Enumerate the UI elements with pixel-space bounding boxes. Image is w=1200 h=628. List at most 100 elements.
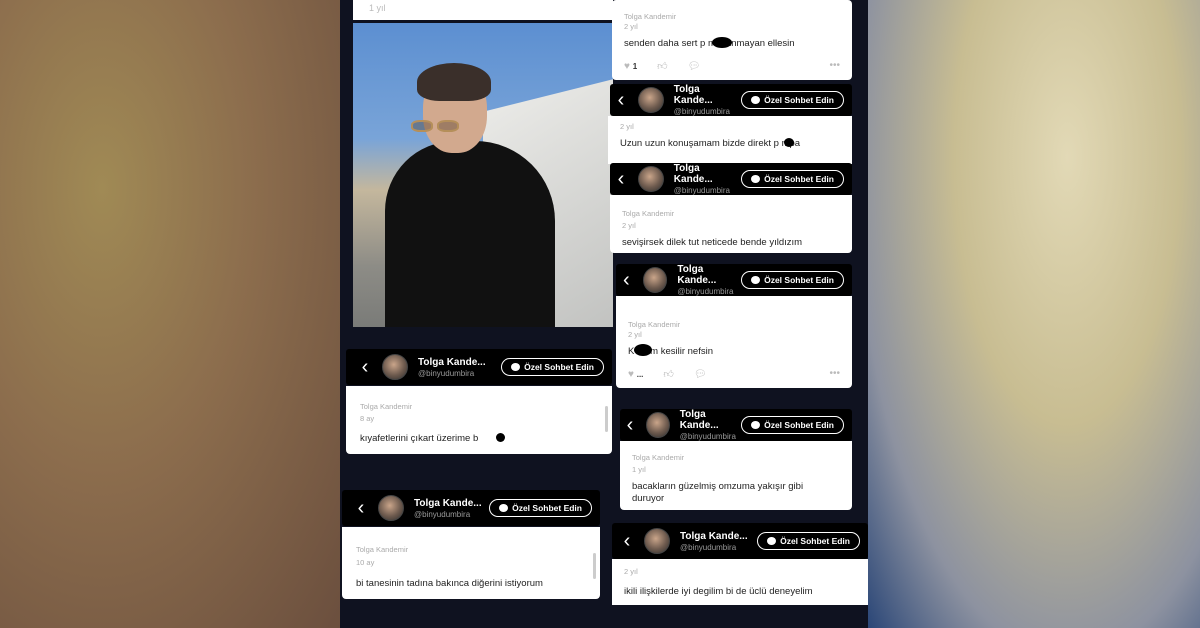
thumbs-up-icon[interactable]: 👍︎ [663, 368, 673, 380]
comment-card-8: 2 yıl ikili ilişkilerde iyi degilim bi d… [612, 559, 868, 605]
profile-handle: @binyudumbira [680, 542, 737, 552]
comment-text: senden daha sert p m inanmayan ellesin [624, 38, 795, 49]
chat-bubble-icon [751, 421, 761, 429]
comment-text: kıyafetlerini çıkart üzerime b [360, 433, 479, 444]
like-count: ... [636, 369, 644, 379]
comment-actions: ♥ 1 👍︎ 💬︎ [624, 60, 701, 73]
private-chat-button[interactable]: Özel Sohbet Edin [757, 532, 860, 550]
censor-blot [784, 138, 794, 147]
scrollbar[interactable] [605, 406, 608, 432]
chat-button-label: Özel Sohbet Edin [764, 420, 834, 430]
profile-header: ‹ Tolga Kande... @binyudumbira Özel Sohbe… [342, 490, 600, 526]
profile-handle: @binyudumbira [673, 186, 730, 195]
avatar[interactable] [637, 87, 664, 113]
chat-button-label: Özel Sohbet Edin [764, 275, 834, 285]
chevron-left-icon[interactable]: ‹ [350, 498, 372, 518]
commenter-name: Tolga Kandemir [628, 320, 681, 329]
comment-time: 2 yıl [624, 22, 638, 31]
private-chat-button[interactable]: Özel Sohbet Edin [741, 271, 844, 289]
profile-header: ‹ Tolga Kande... @binyudumbira Özel Sohbe… [620, 409, 852, 441]
post-header-strip: 1 yıl [353, 0, 613, 20]
chat-bubble-icon [767, 537, 777, 545]
comment-time: 8 ay [360, 414, 375, 423]
chat-button-label: Özel Sohbet Edin [524, 362, 594, 372]
comment-card-7: Tolga Kandemir 10 ay bi tanesinin tadına… [342, 527, 600, 599]
profile-handle: @binyudumbira [673, 107, 730, 116]
profile-handle: @binyudumbira [679, 432, 736, 441]
avatar[interactable] [645, 412, 670, 438]
chevron-left-icon[interactable]: ‹ [616, 531, 638, 551]
like-count: 1 [632, 61, 638, 71]
comment-text: bi tanesinin tadına bakınca diğerini ist… [356, 578, 543, 589]
censor-blot [496, 433, 505, 442]
more-dots-icon[interactable]: ••• [829, 368, 840, 379]
private-chat-button[interactable]: Özel Sohbet Edin [741, 416, 844, 434]
comment-actions: ♥ ... 👍︎ 💬︎ [628, 368, 707, 381]
chat-button-label: Özel Sohbet Edin [764, 95, 834, 105]
chevron-left-icon[interactable]: ‹ [620, 415, 640, 435]
background-blur-right [868, 0, 1200, 628]
scrollbar[interactable] [593, 553, 596, 579]
profile-name: Tolga Kande... [414, 497, 482, 509]
avatar[interactable] [378, 495, 404, 521]
profile-name: Tolga Kande... [673, 84, 713, 106]
reply-icon[interactable]: 💬︎ [694, 369, 707, 380]
comment-card-2: 2 yıl Uzun uzun konuşamam bizde direkt p… [608, 116, 852, 164]
profile-header: ‹ Tolga Kande... @binyudumbira Özel Sohbe… [610, 84, 852, 116]
comment-time: 2 yıl [624, 567, 638, 576]
commenter-name: Tolga Kandemir [360, 402, 413, 411]
avatar[interactable] [642, 267, 668, 293]
chevron-left-icon[interactable]: ‹ [616, 270, 637, 290]
profile-name: Tolga Kande... [677, 264, 717, 286]
photo-sunglasses [411, 119, 467, 132]
private-chat-button[interactable]: Özel Sohbet Edin [741, 91, 844, 109]
photo-person-hair [417, 63, 491, 101]
private-chat-button[interactable]: Özel Sohbet Edin [501, 358, 604, 376]
reply-icon[interactable]: 💬︎ [688, 61, 701, 72]
chat-button-label: Özel Sohbet Edin [512, 503, 582, 513]
comment-time: 2 yıl [620, 122, 634, 131]
comment-text: bacakların güzelmiş omzuma yakışır gibi … [632, 481, 804, 504]
profile-name: Tolga Kande... [679, 409, 719, 431]
more-dots-icon[interactable]: ••• [829, 60, 840, 71]
chat-button-label: Özel Sohbet Edin [780, 536, 850, 546]
comment-card-6: Tolga Kandemir 1 yıl bacakların güzelmiş… [620, 441, 852, 510]
profile-header: ‹ Tolga Kande... @binyudumbira Özel Sohbe… [616, 264, 852, 296]
private-chat-button[interactable]: Özel Sohbet Edin [489, 499, 592, 517]
comment-card-4: Tolga Kandemir 2 yıl K rsem kesilir nefs… [616, 296, 852, 388]
post-time: 1 yıl [369, 3, 386, 13]
chat-bubble-icon [751, 175, 761, 183]
private-chat-button[interactable]: Özel Sohbet Edin [741, 170, 844, 188]
comment-text: sevişirsek dilek tut neticede bende yıld… [622, 237, 803, 248]
commenter-name: Tolga Kandemir [356, 545, 409, 554]
chevron-left-icon[interactable]: ‹ [354, 357, 376, 377]
comment-card-5: Tolga Kandemir 8 ay kıyafetlerini çıkart… [346, 386, 612, 454]
profile-handle: @binyudumbira [677, 287, 734, 296]
profile-handle: @binyudumbira [414, 509, 471, 519]
chat-bubble-icon [751, 276, 761, 284]
profile-header: ‹ Tolga Kande... @binyudumbira Özel Sohbe… [612, 523, 868, 559]
screenshot-collage: 1 yıl Tolga Kandemir 2 yıl senden daha s… [340, 0, 868, 628]
background-blur-left [0, 0, 340, 628]
avatar[interactable] [644, 528, 670, 554]
chat-button-label: Özel Sohbet Edin [764, 174, 834, 184]
profile-header: ‹ Tolga Kande... @binyudumbira Özel Sohbe… [610, 163, 852, 195]
chat-bubble-icon [751, 96, 761, 104]
comment-card-3: Tolga Kandemir 2 yıl sevişirsek dilek tu… [610, 195, 852, 253]
profile-handle: @binyudumbira [418, 368, 475, 378]
thumbs-up-icon[interactable]: 👍︎ [657, 60, 667, 72]
censor-blot [712, 37, 732, 48]
chat-bubble-icon [499, 504, 509, 512]
profile-photo [353, 23, 613, 327]
censor-blot [634, 344, 652, 356]
comment-time: 2 yıl [628, 330, 642, 339]
commenter-name: Tolga Kandemir [624, 12, 677, 21]
heart-icon[interactable]: ♥ ... [628, 369, 643, 380]
avatar[interactable] [637, 166, 664, 192]
profile-name: Tolga Kande... [673, 163, 713, 185]
avatar[interactable] [382, 354, 408, 380]
chevron-left-icon[interactable]: ‹ [610, 90, 632, 110]
heart-icon[interactable]: ♥ 1 [624, 61, 637, 72]
comment-text: ikili ilişkilerde iyi degilim bi de üclü… [624, 586, 813, 597]
chevron-left-icon[interactable]: ‹ [610, 169, 632, 189]
